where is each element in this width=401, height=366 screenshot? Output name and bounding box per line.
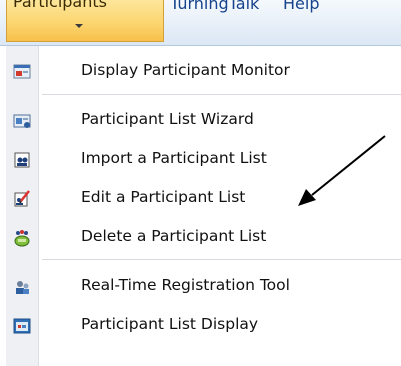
pointer-arrow xyxy=(298,135,386,206)
